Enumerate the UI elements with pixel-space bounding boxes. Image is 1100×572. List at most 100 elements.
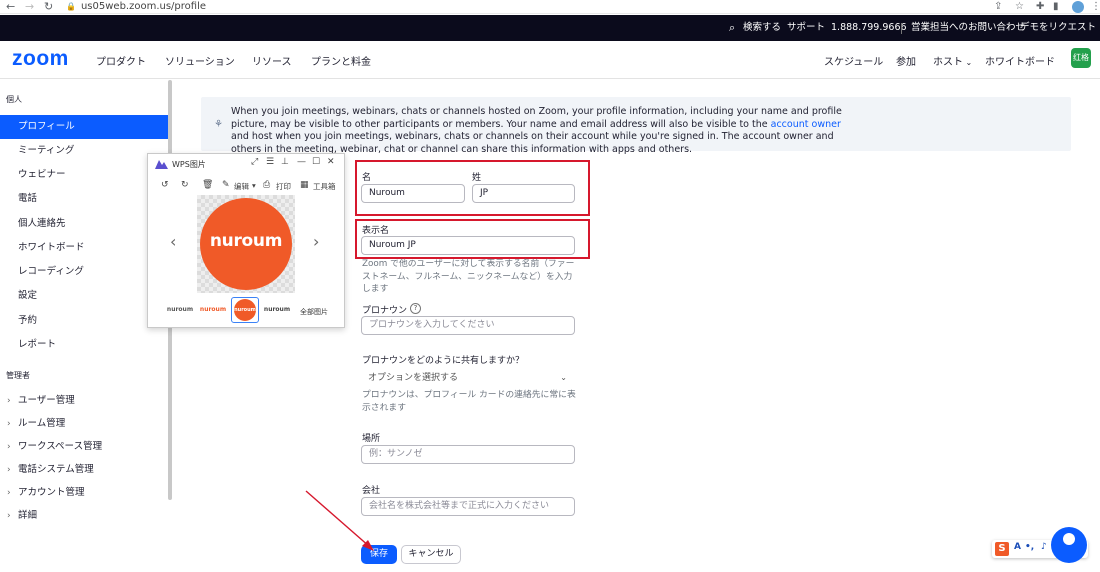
- privacy-notice-text: When you join meetings, webinars, chats …: [231, 106, 851, 156]
- help-chat-button[interactable]: [1051, 527, 1087, 563]
- edit-label[interactable]: 编辑: [234, 181, 249, 192]
- sidebar-item-meetings[interactable]: ミーティング: [0, 139, 168, 163]
- sidebar-item-label: ワークスペース管理: [18, 441, 103, 452]
- pronoun-field[interactable]: プロナウンを入力してください: [361, 316, 575, 335]
- all-images-link[interactable]: 全部图片: [300, 307, 328, 317]
- sidebar-item-workspace-management[interactable]: › ワークスペース管理: [0, 435, 168, 459]
- rotate-right-icon[interactable]: ↻: [181, 180, 189, 190]
- account-owner-link[interactable]: account owner: [771, 119, 841, 130]
- sidebar-item-profile[interactable]: プロフィール: [0, 115, 168, 139]
- phone-link[interactable]: 1.888.799.9666: [831, 15, 907, 41]
- back-icon[interactable]: ←: [6, 0, 15, 13]
- sidebar-item-phone-system[interactable]: › 電話システム管理: [0, 458, 168, 482]
- zoom-logo[interactable]: zoom: [12, 47, 69, 71]
- wps-image-viewer[interactable]: WPS图片 ⤢ ☰ ⊥ — ☐ ✕ ↺ ↻ 🗑 ✎ 编辑 ▾ ⎙ 打印 ▦ 工具…: [147, 153, 345, 328]
- toolbox-label[interactable]: 工具箱: [313, 181, 336, 192]
- search-link[interactable]: 検索する: [743, 15, 781, 41]
- chevron-right-icon: ›: [7, 488, 11, 498]
- sidebar-item-account-management[interactable]: › アカウント管理: [0, 481, 168, 505]
- chevron-right-icon: ›: [7, 419, 11, 429]
- sidebar-item-user-management[interactable]: › ユーザー管理: [0, 389, 168, 413]
- nav-host[interactable]: ホスト ⌄: [933, 53, 972, 68]
- first-name-label: 名: [362, 173, 372, 183]
- sidebar-item-room-management[interactable]: › ルーム管理: [0, 412, 168, 436]
- nav-resources[interactable]: リソース: [252, 53, 292, 68]
- sidepanel-icon[interactable]: ▮: [1053, 0, 1059, 13]
- first-name-field[interactable]: Nuroum: [361, 184, 465, 203]
- thumbnail[interactable]: nuroum: [166, 297, 194, 323]
- ime-mode-icon[interactable]: A: [1014, 542, 1021, 552]
- thumbnail-selected[interactable]: nuroum: [231, 297, 259, 323]
- ime-punct-icon[interactable]: •,: [1025, 542, 1034, 552]
- forward-icon[interactable]: →: [25, 0, 34, 13]
- nav-whiteboard[interactable]: ホワイトボード: [985, 53, 1055, 68]
- info-icon: ⚘: [214, 119, 223, 130]
- search-icon[interactable]: ⌕: [729, 15, 735, 41]
- sidebar-item-personal-contacts[interactable]: 個人連絡先: [0, 212, 168, 236]
- support-link[interactable]: サポート: [787, 15, 825, 41]
- edit-icon[interactable]: ✎: [222, 180, 230, 190]
- wps-logo-icon: [155, 160, 168, 169]
- user-avatar[interactable]: 红格: [1071, 48, 1091, 68]
- nav-products[interactable]: プロダクト: [96, 53, 146, 68]
- cancel-button[interactable]: キャンセル: [401, 545, 461, 564]
- lock-icon: 🔒: [66, 2, 76, 11]
- nav-schedule[interactable]: スケジュール: [824, 53, 883, 68]
- sidebar-item-whiteboards[interactable]: ホワイトボード: [0, 236, 168, 260]
- company-field[interactable]: 会社名を株式会社等まで正式に入力ください: [361, 497, 575, 516]
- toolbox-icon[interactable]: ▦: [300, 180, 309, 190]
- last-name-field[interactable]: JP: [472, 184, 575, 203]
- menu-icon[interactable]: ☰: [266, 157, 274, 167]
- delete-icon[interactable]: 🗑: [202, 180, 213, 190]
- sidebar-item-scheduler[interactable]: 予約: [0, 309, 168, 333]
- previous-image-icon[interactable]: ‹: [170, 232, 176, 251]
- thumbnail[interactable]: nuroum: [199, 297, 227, 323]
- chevron-right-icon: ›: [7, 465, 11, 475]
- sidebar-item-settings[interactable]: 設定: [0, 284, 168, 308]
- close-icon[interactable]: ✕: [327, 157, 335, 167]
- share-icon[interactable]: ⇪: [994, 0, 1002, 13]
- question-icon[interactable]: ?: [410, 303, 421, 314]
- nav-plans-pricing[interactable]: プランと料金: [311, 53, 371, 68]
- rotate-left-icon[interactable]: ↺: [161, 180, 169, 190]
- display-name-field[interactable]: Nuroum JP: [361, 236, 575, 255]
- thumbnail[interactable]: nuroum: [263, 297, 291, 323]
- microphone-icon[interactable]: ♪: [1041, 542, 1047, 552]
- request-demo-link[interactable]: デモをリクエスト: [1020, 15, 1096, 41]
- address-bar[interactable]: 🔒 us05web.zoom.us/profile: [66, 0, 206, 13]
- browser-profile-avatar[interactable]: [1072, 1, 1084, 13]
- sidebar-item-recordings[interactable]: レコーディング: [0, 260, 168, 284]
- maximize-icon[interactable]: ☐: [312, 157, 320, 167]
- sogou-ime-icon[interactable]: S: [995, 542, 1009, 556]
- print-icon[interactable]: ⎙: [263, 180, 270, 190]
- sidebar-item-reports[interactable]: レポート: [0, 333, 168, 357]
- bookmark-star-icon[interactable]: ☆: [1015, 0, 1024, 13]
- notice-text-after: and host when you join meetings, webinar…: [231, 131, 834, 155]
- pronoun-label: プロナウン: [362, 306, 408, 316]
- fullscreen-icon[interactable]: ⤢: [251, 157, 258, 167]
- nav-join[interactable]: 参加: [896, 53, 916, 68]
- wps-title: WPS图片: [172, 160, 206, 169]
- chevron-down-icon: ⌄: [560, 373, 567, 382]
- sidebar-item-phone[interactable]: 電話: [0, 187, 168, 211]
- browser-menu-icon[interactable]: ⋮: [1091, 0, 1100, 13]
- pin-icon[interactable]: ⊥: [281, 157, 289, 167]
- location-field[interactable]: 例：サンノゼ: [361, 445, 575, 464]
- chevron-down-icon: ▾: [252, 181, 256, 190]
- extensions-icon[interactable]: ✚: [1036, 0, 1044, 13]
- reload-icon[interactable]: ↻: [44, 0, 53, 13]
- next-image-icon[interactable]: ›: [313, 232, 319, 251]
- contact-sales-link[interactable]: 営業担当へのお問い合わせ: [911, 15, 1025, 41]
- pronoun-share-select[interactable]: オプションを選択する ⌄: [361, 370, 575, 386]
- nav-host-label: ホスト: [933, 57, 963, 68]
- chat-icon: [1063, 533, 1075, 545]
- browser-toolbar: ← → ↻ 🔒 us05web.zoom.us/profile ⇪ ☆ ✚ ▮ ⋮: [0, 0, 1100, 14]
- print-label[interactable]: 打印: [276, 181, 291, 192]
- sidebar: 個人 プロフィール ミーティング ウェビナー 電話 個人連絡先 ホワイトボード …: [0, 80, 170, 572]
- sidebar-section-personal: 個人: [6, 95, 22, 104]
- sidebar-item-label: 詳細: [18, 510, 38, 521]
- nav-solutions[interactable]: ソリューション: [165, 53, 235, 68]
- minimize-icon[interactable]: —: [297, 157, 306, 167]
- sidebar-item-advanced[interactable]: › 詳細: [0, 504, 168, 528]
- sidebar-item-webinars[interactable]: ウェビナー: [0, 163, 168, 187]
